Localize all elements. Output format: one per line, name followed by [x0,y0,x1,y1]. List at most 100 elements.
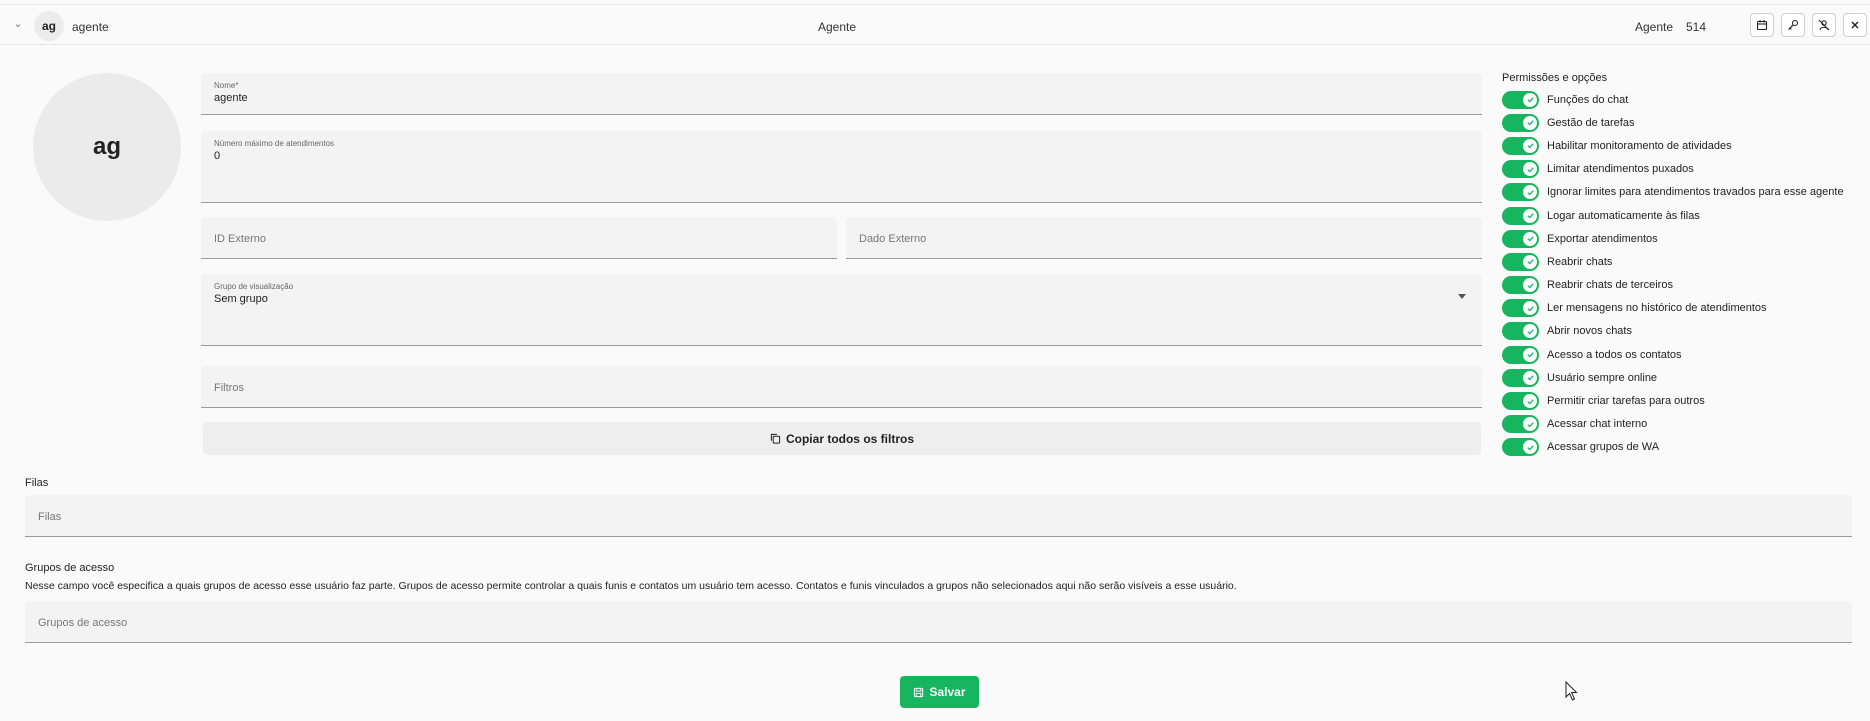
permission-toggle[interactable] [1502,90,1539,109]
view-group-label: Grupo de visualização [214,282,294,291]
toggle-knob [1523,301,1537,316]
calendar-button[interactable] [1750,13,1774,37]
permission-toggle[interactable] [1502,160,1539,179]
permission-label: Reabrir chats [1547,255,1613,268]
toggle-knob [1523,115,1537,130]
permission-row: Acesso a todos os contatos [1502,343,1870,366]
permission-toggle[interactable] [1502,368,1539,387]
toggle-knob [1523,417,1537,432]
permission-row: Ignorar limites para atendimentos travad… [1502,181,1870,204]
disable-user-button[interactable] [1812,13,1836,37]
check-icon [1526,259,1534,265]
check-icon [1526,143,1534,149]
permission-row: Usuário sempre online [1502,366,1870,389]
toggle-knob [1523,440,1537,455]
check-icon [1526,213,1534,219]
permission-label: Acessar grupos de WA [1547,441,1660,454]
name-field[interactable]: Nome* agente [201,73,1482,115]
check-icon [1526,445,1534,451]
permission-toggle[interactable] [1502,206,1539,225]
copy-icon [770,433,781,444]
permission-toggle[interactable] [1502,136,1539,155]
check-icon [1526,236,1534,242]
permission-row: Gestão de tarefas [1502,111,1870,134]
header-title: Agente [817,20,857,34]
save-label: Salvar [929,685,966,699]
profile-avatar[interactable]: ag [33,73,181,221]
permission-label: Habilitar monitoramento de atividades [1547,139,1732,152]
permission-row: Limitar atendimentos puxados [1502,158,1870,181]
permission-row: Habilitar monitoramento de atividades [1502,134,1870,157]
filters-field[interactable]: Filtros [201,366,1482,408]
permission-toggle[interactable] [1502,252,1539,271]
permission-label: Ler mensagens no histórico de atendiment… [1547,302,1767,315]
permission-toggle[interactable] [1502,438,1539,457]
name-field-label: Nome* [214,81,239,90]
external-id-placeholder: ID Externo [214,233,266,245]
permission-row: Ler mensagens no histórico de atendiment… [1502,297,1870,320]
check-icon [1526,422,1534,428]
permission-row: Abrir novos chats [1502,320,1870,343]
permission-label: Abrir novos chats [1547,325,1632,338]
close-button[interactable] [1843,13,1867,37]
permission-row: Reabrir chats [1502,250,1870,273]
close-icon [1851,21,1859,29]
toggle-knob [1523,278,1537,293]
toggle-knob [1523,208,1537,223]
header-role: Agente [1635,20,1674,34]
toggle-knob [1523,92,1537,107]
permission-label: Reabrir chats de terceiros [1547,279,1673,292]
permission-toggle[interactable] [1502,276,1539,295]
permission-row: Acessar chat interno [1502,413,1870,436]
permission-label: Permitir criar tarefas para outros [1547,395,1705,408]
check-icon [1526,375,1534,381]
permission-toggle[interactable] [1502,345,1539,364]
check-icon [1526,329,1534,335]
permission-label: Acessar chat interno [1547,418,1648,431]
caret-down-icon[interactable] [1458,294,1466,299]
permission-label: Usuário sempre online [1547,371,1658,384]
toggle-knob [1523,370,1537,385]
queues-field[interactable]: Filas [25,495,1852,537]
max-chats-field[interactable]: Número máximo de atendimentos 0 [201,131,1482,203]
access-groups-title: Grupos de acesso [25,562,115,574]
permission-toggle[interactable] [1502,183,1539,202]
save-button[interactable]: Salvar [900,676,979,708]
check-icon [1526,97,1534,103]
permission-toggle[interactable] [1502,113,1539,132]
check-icon [1526,166,1534,173]
check-icon [1526,120,1534,126]
permission-row: Reabrir chats de terceiros [1502,274,1870,297]
max-chats-value: 0 [214,150,221,162]
check-icon [1526,282,1534,289]
permission-label: Acesso a todos os contatos [1547,348,1682,361]
permission-row: Logar automaticamente às filas [1502,204,1870,227]
copy-filters-button[interactable]: Copiar todos os filtros [203,422,1481,455]
permission-label: Limitar atendimentos puxados [1547,163,1694,176]
external-id-field[interactable]: ID Externo [201,217,837,259]
permission-toggle[interactable] [1502,415,1539,434]
permission-toggle[interactable] [1502,322,1539,341]
permission-label: Exportar atendimentos [1547,232,1658,245]
access-groups-field[interactable]: Grupos de acesso [25,601,1852,643]
permission-label: Gestão de tarefas [1547,116,1635,129]
header-user-id: 514 [1686,20,1707,34]
access-groups-placeholder: Grupos de acesso [38,617,128,629]
filters-placeholder: Filtros [214,382,244,394]
permission-toggle[interactable] [1502,392,1539,411]
permission-label: Ignorar limites para atendimentos travad… [1547,186,1844,199]
permission-row: Funções do chat [1502,88,1870,111]
permission-toggle[interactable] [1502,299,1539,318]
check-icon [1526,306,1534,312]
external-data-field[interactable]: Dado Externo [846,217,1482,259]
external-data-placeholder: Dado Externo [859,233,927,245]
user-header[interactable]: ⌄ ag agente Agente Agente 514 [0,4,1870,45]
save-icon [914,687,924,697]
permission-label: Logar automaticamente às filas [1547,209,1700,222]
toggle-knob [1523,394,1537,409]
user-off-icon [1818,19,1830,31]
toggle-knob [1523,324,1537,339]
permission-toggle[interactable] [1502,229,1539,248]
view-group-select[interactable]: Grupo de visualização Sem grupo [201,274,1482,346]
key-button[interactable] [1781,13,1805,37]
